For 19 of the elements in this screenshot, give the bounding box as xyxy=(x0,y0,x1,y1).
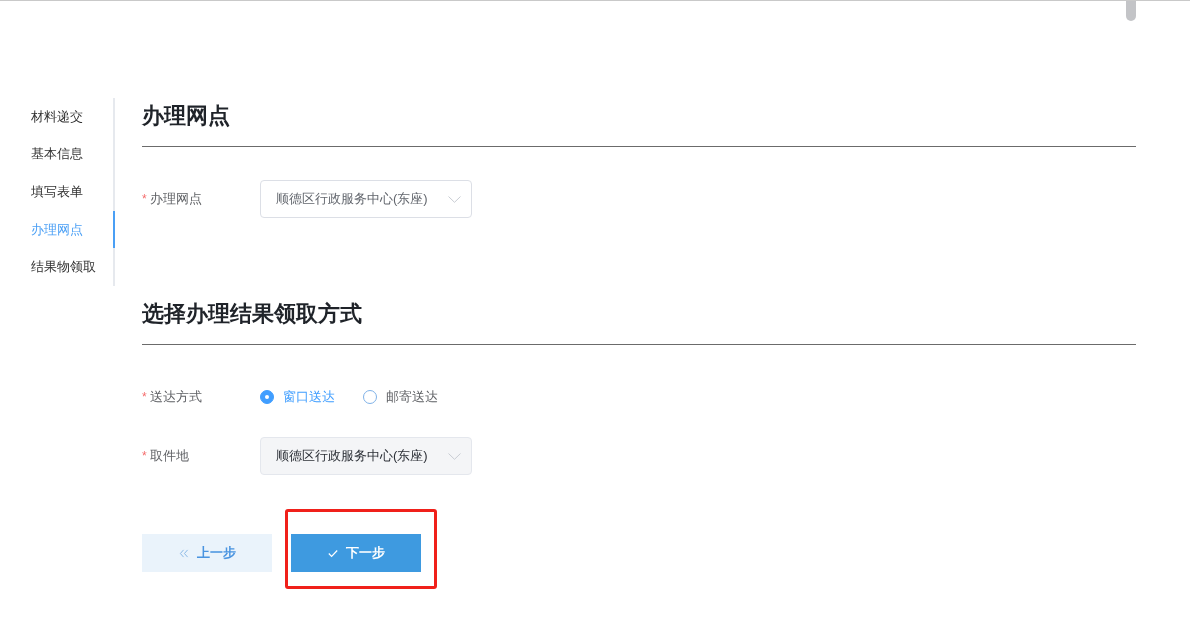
sidebar-item[interactable]: 结果物领取 xyxy=(0,248,115,286)
select-field[interactable]: 顺德区行政服务中心(东座) xyxy=(260,180,472,218)
required-mark: * xyxy=(142,192,147,206)
field-label: 送达方式 xyxy=(149,388,202,406)
sidebar-item[interactable]: 基本信息 xyxy=(0,135,115,174)
field-label: 办理网点 xyxy=(149,190,202,208)
required-mark: * xyxy=(142,449,147,463)
section-title: 选择办理结果领取方式 xyxy=(142,300,363,328)
sidebar-item[interactable]: 材料递交 xyxy=(0,98,115,136)
scrollbar-thumb[interactable] xyxy=(1126,1,1136,21)
radio-option[interactable]: 邮寄送达 xyxy=(363,388,438,406)
double-chevron-left-icon xyxy=(178,548,189,558)
chevron-down-icon xyxy=(448,195,461,203)
required-mark: * xyxy=(142,390,147,404)
chevron-down-icon xyxy=(448,452,461,460)
field-label: 取件地 xyxy=(149,447,189,465)
section-title: 办理网点 xyxy=(142,102,231,130)
sidebar-item[interactable]: 填写表单 xyxy=(0,173,115,211)
check-icon xyxy=(327,548,338,558)
